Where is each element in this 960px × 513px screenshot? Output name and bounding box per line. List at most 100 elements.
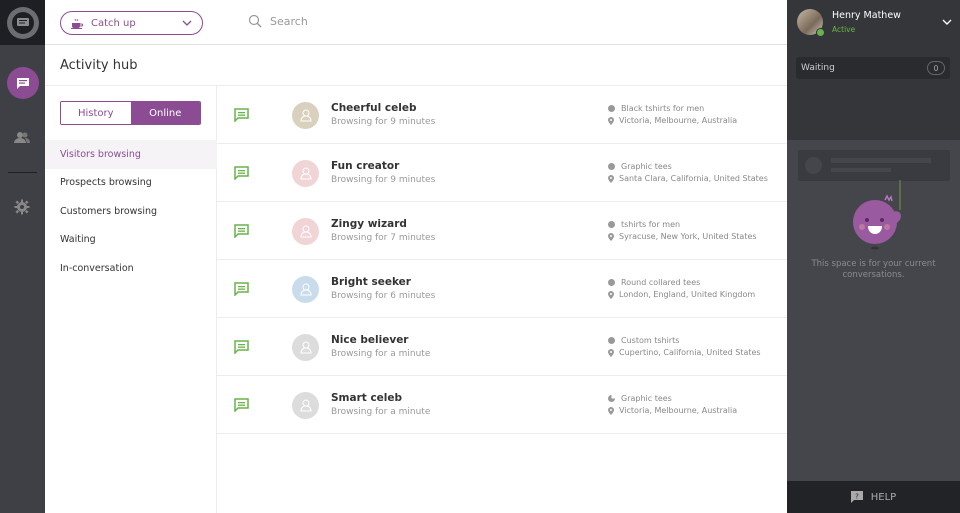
help-icon: ? xyxy=(850,491,863,503)
help-label: HELP xyxy=(870,491,897,503)
page-title: Activity hub xyxy=(60,58,138,73)
visitor-name[interactable]: Bright seeker xyxy=(331,276,411,288)
waiting-section: Waiting 0 xyxy=(787,45,960,140)
gear-icon xyxy=(14,199,30,215)
visitor-row[interactable]: Zingy wizard Browsing for 7 minutes tshirt… xyxy=(217,202,787,260)
start-chat-icon[interactable] xyxy=(234,166,249,180)
start-chat-icon[interactable] xyxy=(234,282,249,296)
top-bar: Catch up Search xyxy=(45,0,787,45)
visitor-browsing-time: Browsing for 6 minutes xyxy=(331,291,436,301)
visitor-row[interactable]: Cheerful celeb Browsing for 9 minutes Blac… xyxy=(217,86,787,144)
visitor-row[interactable]: Bright seeker Browsing for 6 minutes Round… xyxy=(217,260,787,318)
visitor-avatar xyxy=(292,160,319,187)
location-label: Syracuse, New York, United States xyxy=(619,232,757,241)
online-status-dot xyxy=(816,28,825,37)
visitor-avatar xyxy=(292,334,319,361)
svg-text:?: ? xyxy=(855,493,859,501)
visitor-browsing-time: Browsing for a minute xyxy=(331,407,431,417)
visitor-list: Cheerful celeb Browsing for 9 minutes Blac… xyxy=(217,86,787,434)
start-chat-icon[interactable] xyxy=(234,224,249,238)
visitor-name[interactable]: Zingy wizard xyxy=(331,218,407,230)
visitor-location: Cupertino, California, United States xyxy=(608,348,761,357)
visitor-current-page: Black tshirts for men xyxy=(608,104,704,113)
visitor-row[interactable]: Smart celeb Browsing for a minute Graphic … xyxy=(217,376,787,434)
start-chat-icon[interactable] xyxy=(234,398,249,412)
user-icon xyxy=(299,341,312,354)
waiting-count-badge: 0 xyxy=(927,61,945,75)
tab-history[interactable]: History xyxy=(61,102,131,124)
nav-people-button[interactable] xyxy=(13,130,31,149)
location-pin-icon xyxy=(608,406,614,415)
status-dropdown-label: Catch up xyxy=(91,17,136,29)
page-label: tshirts for men xyxy=(621,220,681,229)
location-pin-icon xyxy=(608,174,614,183)
left-nav xyxy=(0,0,45,513)
visitor-browsing-time: Browsing for 9 minutes xyxy=(331,175,436,185)
visitor-avatar xyxy=(292,392,319,419)
visitor-current-page: Graphic tees xyxy=(608,394,672,403)
visitor-browsing-time: Browsing for 9 minutes xyxy=(331,117,436,127)
user-icon xyxy=(299,109,312,122)
filter-prospects-browsing[interactable]: Prospects browsing xyxy=(45,169,217,198)
visitor-current-page: Graphic tees xyxy=(608,162,672,171)
page-label: Custom tshirts xyxy=(621,336,680,345)
visitor-name[interactable]: Cheerful celeb xyxy=(331,102,416,114)
visitor-name[interactable]: Nice believer xyxy=(331,334,409,346)
start-chat-icon[interactable] xyxy=(234,108,249,122)
waiting-label: Waiting xyxy=(801,63,835,73)
visitor-current-page: Custom tshirts xyxy=(608,336,679,345)
visitor-row[interactable]: Fun creator Browsing for 9 minutes Graphic… xyxy=(217,144,787,202)
search-box[interactable]: Search xyxy=(248,14,308,28)
empty-state-message: This space is for your current conversat… xyxy=(811,259,936,280)
visitor-location: Syracuse, New York, United States xyxy=(608,232,757,241)
agent-name: Henry Mathew xyxy=(832,10,901,21)
search-icon xyxy=(248,14,262,28)
agent-status: Active xyxy=(832,25,856,34)
status-dropdown[interactable]: Catch up xyxy=(60,11,203,35)
filter-list: Visitors browsing Prospects browsing Cus… xyxy=(45,140,217,283)
visitor-row[interactable]: Nice believer Browsing for a minute Custom… xyxy=(217,318,787,376)
visitor-location: Victoria, Melbourne, Australia xyxy=(608,116,737,125)
visitor-location: London, England, United Kingdom xyxy=(608,290,755,299)
nav-chats-button[interactable] xyxy=(7,67,39,99)
start-chat-icon[interactable] xyxy=(234,340,249,354)
globe-icon xyxy=(608,221,615,228)
user-icon xyxy=(299,225,312,238)
filter-in-conversation[interactable]: In-conversation xyxy=(45,254,217,283)
tab-online[interactable]: Online xyxy=(130,102,200,124)
page-label: Graphic tees xyxy=(621,394,672,403)
visitor-avatar xyxy=(292,218,319,245)
filter-customers-browsing[interactable]: Customers browsing xyxy=(45,197,217,226)
mascot-illustration xyxy=(853,180,901,250)
visitor-name[interactable]: Fun creator xyxy=(331,160,399,172)
visitor-avatar xyxy=(292,276,319,303)
help-button[interactable]: ? HELP xyxy=(787,481,960,513)
visitor-location: Santa Clara, California, United States xyxy=(608,174,768,183)
conversations-panel: Henry Mathew Active Waiting 0 ? HELP xyxy=(787,0,960,513)
globe-icon xyxy=(608,105,615,112)
page-header: Activity hub xyxy=(45,46,787,86)
chevron-down-icon[interactable] xyxy=(942,17,952,27)
location-label: Santa Clara, California, United States xyxy=(619,174,768,183)
nav-settings-button[interactable] xyxy=(14,199,30,219)
visitor-name[interactable]: Smart celeb xyxy=(331,392,402,404)
waiting-queue[interactable]: Waiting 0 xyxy=(796,57,950,79)
page-label: Black tshirts for men xyxy=(621,104,705,113)
page-label: Graphic tees xyxy=(621,162,672,171)
visitor-location: Victoria, Melbourne, Australia xyxy=(608,406,737,415)
visitor-current-page: Round collared tees xyxy=(608,278,700,287)
user-icon xyxy=(299,283,312,296)
history-online-toggle: History Online xyxy=(60,101,201,125)
agent-avatar xyxy=(797,9,825,37)
chevron-down-icon xyxy=(182,20,192,26)
search-input[interactable]: Search xyxy=(270,15,308,28)
location-label: London, England, United Kingdom xyxy=(619,290,756,299)
agent-profile[interactable]: Henry Mathew Active xyxy=(787,0,960,45)
chat-bubble-icon xyxy=(17,77,29,89)
app-logo[interactable] xyxy=(0,0,45,45)
user-icon xyxy=(299,167,312,180)
filter-waiting[interactable]: Waiting xyxy=(45,226,217,255)
visitor-avatar xyxy=(292,102,319,129)
people-icon xyxy=(14,132,30,143)
filter-visitors-browsing[interactable]: Visitors browsing xyxy=(45,140,217,169)
